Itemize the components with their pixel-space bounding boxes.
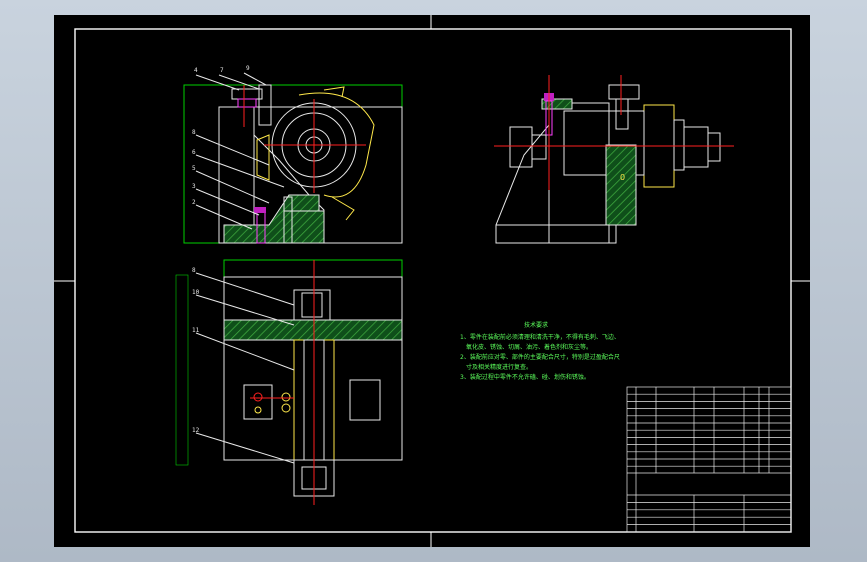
balloon-b11: 11	[192, 327, 200, 334]
side-view: 0	[494, 75, 734, 244]
note-line-4: 寸及相关精度进行复查。	[466, 363, 532, 371]
side-view-label: 0	[620, 173, 625, 182]
drawing-frame	[54, 15, 810, 547]
balloon-3: 3	[192, 183, 196, 190]
leader-lines-bottom	[195, 272, 295, 464]
engineering-drawing: 4 7 9 8 6 5 3 2 0 8 10 11 12 技术要求 1、零件在装…	[54, 15, 810, 547]
note-line-2: 氧化皮、锈蚀、切屑、油污、着色剂和灰尘等。	[466, 343, 592, 351]
notes-title: 技术要求	[524, 321, 548, 329]
balloon-6: 6	[192, 149, 196, 156]
note-line-5: 3、装配过程中零件不允许磕、碰、划伤和锈蚀。	[460, 373, 590, 381]
cad-viewport[interactable]: 4 7 9 8 6 5 3 2 0 8 10 11 12 技术要求 1、零件在装…	[54, 15, 810, 547]
balloon-8: 8	[192, 129, 196, 136]
front-view	[183, 84, 403, 244]
technical-notes: 技术要求 1、零件在装配前必须清理和清洗干净，不得有毛刺、飞边、 氧化皮、锈蚀、…	[460, 321, 620, 381]
balloon-b12: 12	[192, 427, 200, 434]
balloon-5: 5	[192, 165, 196, 172]
balloon-b8: 8	[192, 267, 196, 274]
balloons-top: 4 7 9 8 6 5 3 2	[192, 65, 250, 206]
balloon-b10: 10	[192, 289, 200, 296]
top-view	[175, 259, 403, 505]
note-line-3: 2、装配前应对零、部件的主要配合尺寸，特别是过盈配合尺	[460, 353, 620, 361]
balloon-4: 4	[194, 67, 198, 74]
balloons-bottom: 8 10 11 12	[192, 267, 200, 434]
balloon-9: 9	[246, 65, 250, 72]
balloon-7: 7	[220, 67, 224, 74]
note-line-1: 1、零件在装配前必须清理和清洗干净，不得有毛刺、飞边、	[460, 333, 620, 341]
balloon-2: 2	[192, 199, 196, 206]
title-block	[626, 386, 792, 533]
